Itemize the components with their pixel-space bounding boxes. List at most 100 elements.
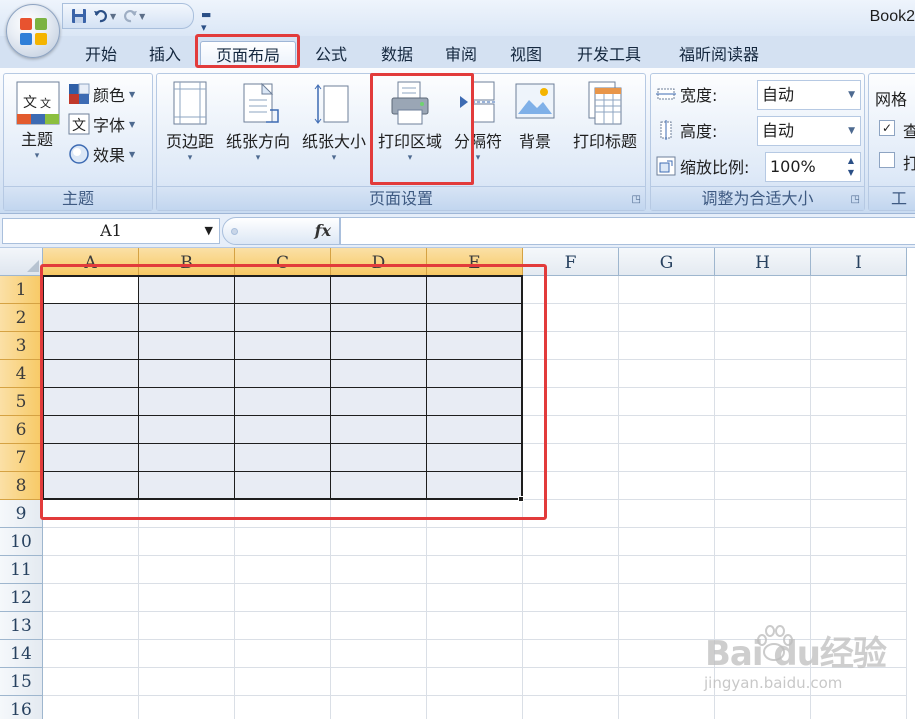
cell[interactable] [235, 332, 331, 360]
row-header[interactable]: 7 [0, 444, 43, 472]
width-dropdown-icon[interactable]: ▼ [848, 81, 855, 109]
cell[interactable] [811, 612, 907, 640]
worksheet-grid[interactable]: A B C D E F G H I 1 2 3 4 5 6 7 8 9 10 11 12 13 14 15 16 [0, 248, 915, 719]
column-header[interactable]: C [235, 248, 331, 276]
row-header[interactable]: 5 [0, 388, 43, 416]
cell[interactable] [619, 444, 715, 472]
cell[interactable] [43, 640, 139, 668]
row-header[interactable]: 2 [0, 304, 43, 332]
cell[interactable] [139, 640, 235, 668]
cell[interactable] [43, 472, 139, 500]
cell[interactable] [139, 696, 235, 719]
scale-launcher-icon[interactable]: ◳ [851, 194, 860, 205]
cell[interactable] [43, 500, 139, 528]
column-header[interactable]: I [811, 248, 907, 276]
cell[interactable] [235, 360, 331, 388]
cell[interactable] [811, 696, 907, 719]
tab-page-layout[interactable]: 页面布局 [200, 41, 296, 68]
cell[interactable] [331, 304, 427, 332]
cell[interactable] [43, 528, 139, 556]
cell[interactable] [331, 416, 427, 444]
print-titles-button[interactable]: 打印标题 [565, 80, 645, 152]
cell[interactable] [427, 444, 523, 472]
cell[interactable] [43, 584, 139, 612]
cell[interactable] [235, 388, 331, 416]
cell[interactable] [427, 584, 523, 612]
tab-home[interactable]: 开始 [70, 41, 132, 68]
cell[interactable] [523, 696, 619, 719]
cell[interactable] [427, 668, 523, 696]
cell[interactable] [619, 584, 715, 612]
row-header[interactable]: 9 [0, 500, 43, 528]
cell[interactable] [523, 360, 619, 388]
cell[interactable] [235, 640, 331, 668]
cell[interactable] [427, 500, 523, 528]
cell[interactable] [43, 416, 139, 444]
column-header[interactable]: G [619, 248, 715, 276]
cell[interactable] [619, 332, 715, 360]
cell[interactable] [715, 528, 811, 556]
cell[interactable] [139, 556, 235, 584]
cell[interactable] [331, 332, 427, 360]
cell[interactable] [139, 472, 235, 500]
tab-data[interactable]: 数据 [366, 41, 428, 68]
cell[interactable] [715, 584, 811, 612]
undo-icon[interactable]: ▼ [93, 8, 116, 24]
cell[interactable] [523, 472, 619, 500]
column-header[interactable]: F [523, 248, 619, 276]
column-header[interactable]: E [427, 248, 523, 276]
cell[interactable] [715, 556, 811, 584]
cell[interactable] [235, 444, 331, 472]
column-header[interactable]: H [715, 248, 811, 276]
row-header[interactable]: 4 [0, 360, 43, 388]
cell[interactable] [427, 276, 523, 304]
cell[interactable] [43, 332, 139, 360]
cell[interactable] [619, 696, 715, 719]
cell[interactable] [331, 612, 427, 640]
cell[interactable] [43, 304, 139, 332]
cell[interactable] [235, 472, 331, 500]
cell[interactable] [331, 696, 427, 719]
cell[interactable] [139, 444, 235, 472]
column-header[interactable]: A [43, 248, 139, 276]
row-header[interactable]: 6 [0, 416, 43, 444]
cell[interactable] [811, 304, 907, 332]
cell[interactable] [715, 388, 811, 416]
cell[interactable] [811, 500, 907, 528]
cell[interactable] [811, 388, 907, 416]
cell[interactable] [139, 612, 235, 640]
name-box[interactable]: A1 ▼ [2, 218, 220, 244]
cell[interactable] [523, 416, 619, 444]
cell[interactable] [43, 444, 139, 472]
cell[interactable] [331, 500, 427, 528]
cell[interactable] [235, 500, 331, 528]
cell[interactable] [619, 668, 715, 696]
background-button[interactable]: 背景 [509, 80, 561, 152]
name-box-dropdown-icon[interactable]: ▼ [205, 219, 213, 243]
scale-spinner[interactable]: 100% ▲ ▼ [765, 152, 861, 182]
cell[interactable] [235, 612, 331, 640]
cell[interactable] [619, 416, 715, 444]
cell[interactable] [331, 556, 427, 584]
cell[interactable] [619, 304, 715, 332]
cell[interactable] [235, 416, 331, 444]
theme-colors-button[interactable]: 颜色 ▼ [68, 82, 135, 106]
cell[interactable] [331, 360, 427, 388]
cell[interactable] [235, 668, 331, 696]
cell[interactable] [811, 416, 907, 444]
theme-effects-button[interactable]: 效果 ▼ [68, 142, 135, 166]
cell[interactable] [331, 668, 427, 696]
cell[interactable] [235, 584, 331, 612]
margins-button[interactable]: 页边距 ▾ [161, 80, 219, 164]
cell[interactable] [523, 444, 619, 472]
cell[interactable] [811, 276, 907, 304]
cell[interactable] [523, 528, 619, 556]
cell[interactable] [523, 612, 619, 640]
cell[interactable] [331, 640, 427, 668]
cell[interactable] [331, 584, 427, 612]
cell[interactable] [715, 612, 811, 640]
tab-formulas[interactable]: 公式 [300, 41, 362, 68]
formula-bar-grip-icon[interactable] [231, 228, 238, 235]
height-dropdown-icon[interactable]: ▼ [848, 117, 855, 145]
cell[interactable] [331, 528, 427, 556]
